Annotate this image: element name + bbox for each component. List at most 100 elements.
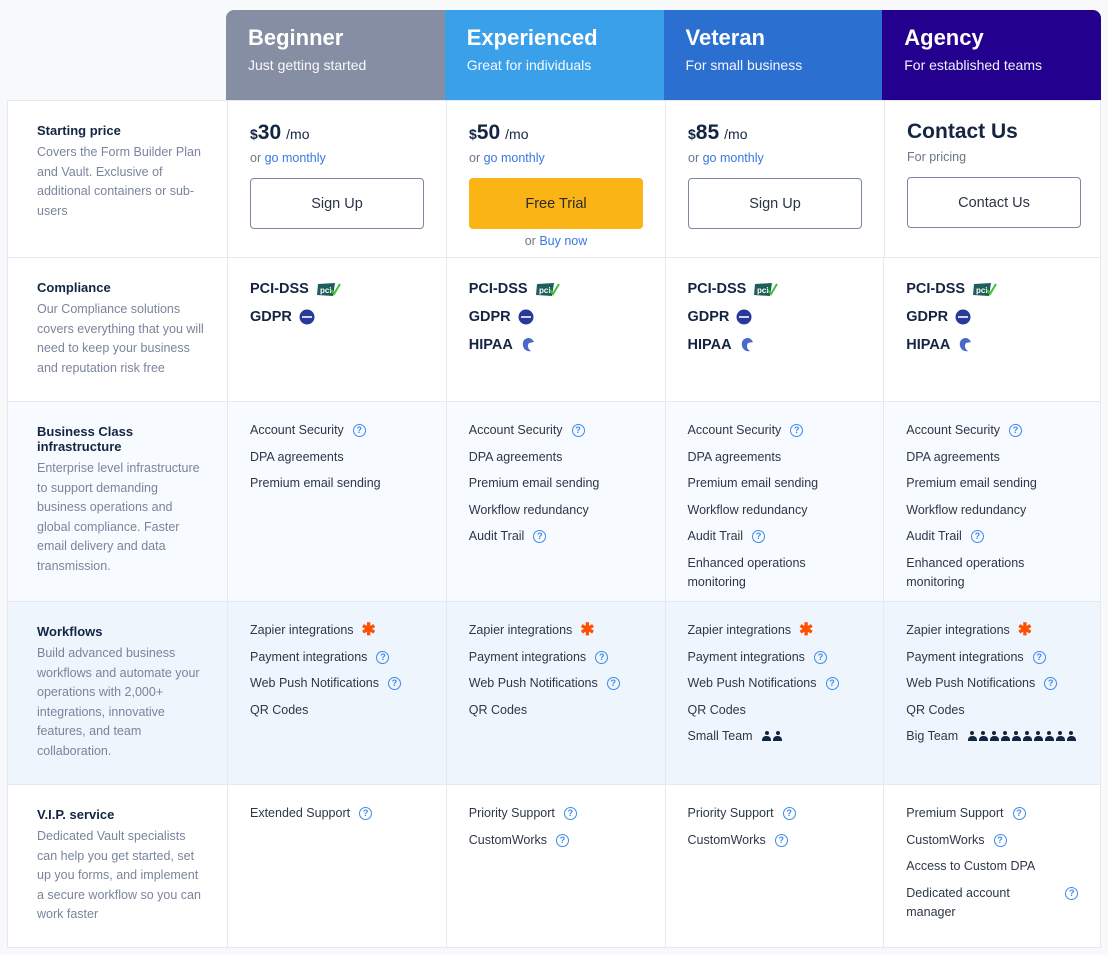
plan-name: Veteran — [685, 25, 766, 50]
help-icon[interactable]: ? — [1044, 677, 1058, 690]
feature-item: Premium email sending — [906, 474, 1080, 493]
help-icon[interactable]: ? — [606, 677, 620, 690]
help-icon[interactable]: ? — [533, 530, 547, 543]
feature-label: Enhanced operations monitoring — [687, 555, 806, 589]
help-icon[interactable]: ? — [388, 677, 401, 690]
feature-label: Payment integrations — [250, 649, 368, 664]
person-icon — [978, 731, 988, 742]
go-monthly-link[interactable]: go monthly — [484, 151, 545, 165]
price-currency: $ — [469, 126, 477, 142]
feature-item: Big Team — [906, 727, 1080, 746]
plan-name: Beginner — [248, 25, 344, 50]
compliance-label: GDPR — [250, 309, 292, 325]
help-icon[interactable]: ? — [376, 650, 390, 664]
help-icon[interactable]: ? — [563, 807, 577, 820]
feature-label: Workflow redundancy — [687, 502, 808, 517]
feature-item: QR Codes — [250, 701, 424, 720]
compliance-label: GDPR — [906, 309, 949, 325]
feature-label: Zapier integrations — [468, 623, 573, 637]
row-description: Covers the Form Builder Plan and Vault. … — [37, 145, 201, 218]
infrastructure-cell-veteran: Account Security? DPA agreements Premium e… — [664, 402, 884, 601]
help-icon[interactable]: ? — [970, 530, 984, 543]
buy-now-link[interactable]: Buy now — [539, 234, 587, 248]
feature-item: Extended Support? — [250, 804, 424, 823]
help-icon[interactable]: ? — [813, 650, 827, 664]
gdpr-badge-icon — [955, 309, 971, 325]
compliance-cell-agency: PCI-DSS pci GDPR HIPAA — [883, 258, 1102, 401]
help-icon[interactable]: ? — [774, 833, 788, 847]
help-icon[interactable]: ? — [556, 833, 570, 847]
help-icon[interactable]: ? — [595, 650, 609, 664]
help-icon[interactable]: ? — [571, 424, 585, 437]
price-currency: $ — [688, 126, 696, 142]
help-icon[interactable]: ? — [1032, 650, 1046, 664]
workflows-cell-beginner: Zapier integrations ✱ Payment integrations… — [227, 602, 446, 784]
vip-cell-veteran: Priority Support? CustomWorks? — [664, 785, 884, 947]
feature-item: QR Codes — [688, 701, 862, 720]
monthly-option: or go monthly — [688, 151, 862, 165]
feature-label: Payment integrations — [687, 649, 805, 664]
feature-item: Web Push Notifications? — [688, 674, 862, 693]
feature-item: CustomWorks? — [688, 831, 862, 850]
feature-item: Account Security? — [688, 421, 862, 440]
person-icon — [1011, 731, 1021, 742]
person-icon — [967, 731, 977, 742]
feature-label: Workflow redundancy — [468, 502, 589, 517]
help-icon[interactable]: ? — [1065, 886, 1079, 900]
feature-label: Premium email sending — [906, 476, 1037, 490]
feature-item: Enhanced operations monitoring — [688, 554, 862, 592]
help-icon[interactable]: ? — [359, 807, 373, 820]
sign-up-button[interactable]: Sign Up — [688, 178, 862, 229]
feature-label: Account Security — [468, 423, 563, 437]
sign-up-button[interactable]: Sign Up — [250, 178, 424, 229]
free-trial-button[interactable]: Free Trial — [469, 178, 643, 229]
help-icon[interactable]: ? — [1012, 807, 1026, 820]
workflows-cell-agency: Zapier integrations ✱ Payment integrations… — [883, 602, 1102, 784]
pci-dss-badge-icon: pci — [972, 282, 997, 297]
feature-label: QR Codes — [687, 702, 746, 717]
feature-item: Account Security? — [250, 421, 424, 440]
feature-label: CustomWorks — [906, 832, 985, 847]
row-title: Business Class infrastructure — [37, 424, 134, 454]
or-text: or — [250, 151, 262, 165]
feature-label: Account Security — [687, 423, 782, 437]
row-title: Compliance — [37, 280, 111, 295]
contact-us-button[interactable]: Contact Us — [907, 177, 1081, 228]
help-icon[interactable]: ? — [1009, 424, 1023, 437]
feature-label: CustomWorks — [468, 832, 548, 847]
feature-label: Priority Support — [468, 806, 555, 820]
monthly-option: or go monthly — [469, 151, 643, 165]
price-period: /mo — [724, 126, 748, 142]
help-icon[interactable]: ? — [752, 530, 766, 543]
row-label: V.I.P. service Dedicated Vault specialis… — [8, 785, 227, 947]
help-icon[interactable]: ? — [352, 424, 366, 437]
row-label: Starting price Covers the Form Builder P… — [8, 101, 227, 257]
feature-label: QR Codes — [906, 702, 965, 717]
feature-item: Audit Trail? — [688, 527, 862, 546]
help-icon[interactable]: ? — [782, 807, 796, 820]
compliance-item-pci-dss: PCI-DSS pci — [250, 279, 424, 299]
feature-label: DPA agreements — [468, 449, 563, 464]
zapier-icon: ✱ — [799, 620, 814, 639]
go-monthly-link[interactable]: go monthly — [703, 151, 764, 165]
team-size-icons — [762, 731, 783, 742]
feature-item: Zapier integrations ✱ — [469, 621, 643, 640]
help-icon[interactable]: ? — [790, 424, 804, 437]
help-icon[interactable]: ? — [825, 677, 839, 690]
person-icon — [773, 731, 783, 742]
person-icon — [1022, 731, 1032, 742]
feature-label: Web Push Notifications — [250, 676, 379, 690]
vip-cell-beginner: Extended Support? — [227, 785, 446, 947]
gdpr-badge-icon — [299, 309, 315, 325]
price-cell-beginner: $ 30 /mo or go monthly Sign Up — [227, 101, 446, 257]
gdpr-badge-icon — [736, 309, 752, 325]
help-icon[interactable]: ? — [993, 833, 1007, 847]
go-monthly-link[interactable]: go monthly — [265, 151, 326, 165]
compliance-label: HIPAA — [906, 337, 951, 353]
feature-label: Audit Trail — [468, 529, 525, 543]
feature-label: Premium email sending — [687, 476, 819, 490]
person-icon — [1033, 731, 1043, 742]
feature-item: Audit Trail? — [469, 527, 643, 546]
price: $ 50 /mo — [469, 121, 643, 145]
feature-label: Workflow redundancy — [906, 502, 1027, 517]
